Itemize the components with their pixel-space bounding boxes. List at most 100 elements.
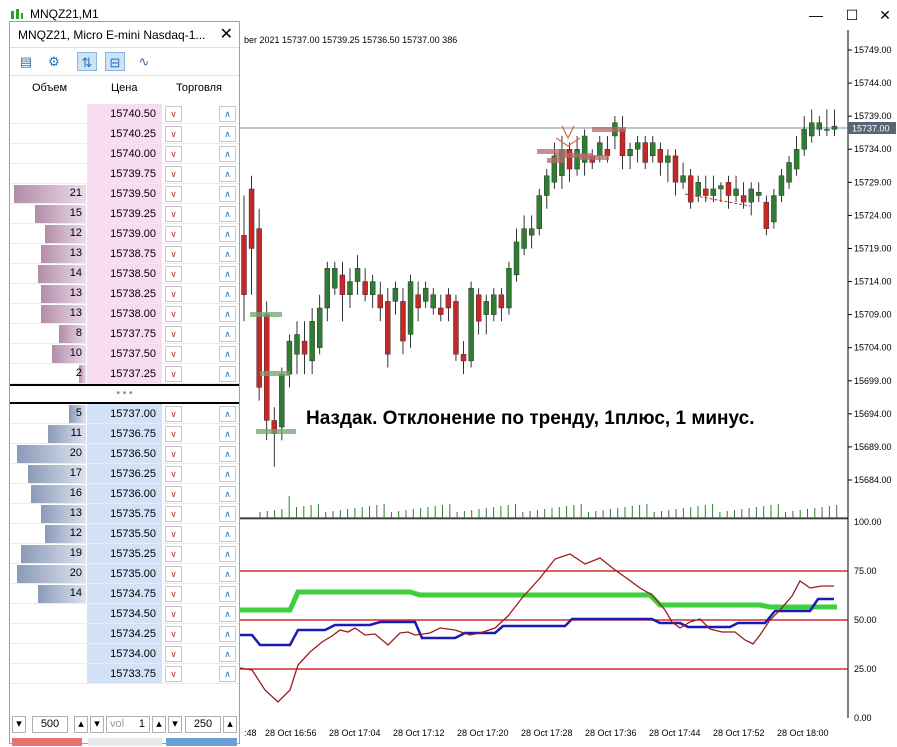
auto-scroll-icon[interactable]: ⇅ xyxy=(77,52,97,71)
sell-limit-icon[interactable]: ∨ xyxy=(165,226,182,242)
row-price[interactable]: 15734.50 xyxy=(87,604,162,624)
bid-row[interactable]: 17 15736.25 ∨ ∧ xyxy=(10,464,239,484)
vol-up-icon[interactable]: ▴ xyxy=(152,716,166,733)
sell-limit-icon[interactable]: ∨ xyxy=(165,366,182,382)
bid-row[interactable]: 11 15736.75 ∨ ∧ xyxy=(10,424,239,444)
row-price[interactable]: 15738.25 xyxy=(87,284,162,304)
sell-limit-icon[interactable]: ∨ xyxy=(165,666,182,682)
ask-row[interactable]: 15739.75 ∨ ∧ xyxy=(10,164,239,184)
minimize-button[interactable]: — xyxy=(796,4,836,26)
row-price[interactable]: 15736.00 xyxy=(87,484,162,504)
sell-limit-icon[interactable]: ∨ xyxy=(165,606,182,622)
sell-limit-icon[interactable]: ∨ xyxy=(165,566,182,582)
row-price[interactable]: 15737.25 xyxy=(87,364,162,384)
buy-limit-icon[interactable]: ∧ xyxy=(219,346,236,362)
bid-row[interactable]: 5 15737.00 ∨ ∧ xyxy=(10,404,239,424)
buy-limit-icon[interactable]: ∧ xyxy=(219,326,236,342)
row-price[interactable]: 15738.75 xyxy=(87,244,162,264)
sell-limit-icon[interactable]: ∨ xyxy=(165,146,182,162)
row-price[interactable]: 15739.25 xyxy=(87,204,162,224)
center-icon[interactable]: ⊟ xyxy=(105,52,125,71)
row-price[interactable]: 15736.50 xyxy=(87,444,162,464)
row-price[interactable]: 15738.00 xyxy=(87,304,162,324)
row-price[interactable]: 15734.25 xyxy=(87,624,162,644)
buy-limit-icon[interactable]: ∧ xyxy=(219,506,236,522)
sell-limit-icon[interactable]: ∨ xyxy=(165,186,182,202)
row-price[interactable]: 15739.50 xyxy=(87,184,162,204)
buy-limit-icon[interactable]: ∧ xyxy=(219,226,236,242)
qty-left-input[interactable]: 500 xyxy=(32,716,68,733)
row-price[interactable]: 15737.00 xyxy=(87,404,162,424)
buy-button[interactable] xyxy=(166,738,237,746)
sell-limit-icon[interactable]: ∨ xyxy=(165,546,182,562)
qty-left-down-icon[interactable]: ▾ xyxy=(12,716,26,733)
sell-limit-icon[interactable]: ∨ xyxy=(165,346,182,362)
close-positions-button[interactable] xyxy=(88,738,162,746)
row-price[interactable]: 15739.75 xyxy=(87,164,162,184)
sell-button[interactable] xyxy=(12,738,82,746)
buy-limit-icon[interactable]: ∧ xyxy=(219,146,236,162)
row-price[interactable]: 15736.25 xyxy=(87,464,162,484)
row-price[interactable]: 15736.75 xyxy=(87,424,162,444)
sell-limit-icon[interactable]: ∨ xyxy=(165,466,182,482)
close-window-button[interactable]: ✕ xyxy=(865,4,897,26)
chart-mode-icon[interactable]: ▤ xyxy=(16,52,36,71)
buy-limit-icon[interactable]: ∧ xyxy=(219,586,236,602)
buy-limit-icon[interactable]: ∧ xyxy=(219,666,236,682)
bid-row[interactable]: 15733.75 ∨ ∧ xyxy=(10,664,239,684)
buy-limit-icon[interactable]: ∧ xyxy=(219,546,236,562)
ask-row[interactable]: 10 15737.50 ∨ ∧ xyxy=(10,344,239,364)
row-price[interactable]: 15735.75 xyxy=(87,504,162,524)
vol-input[interactable]: vol 1 xyxy=(106,716,150,733)
bid-row[interactable]: 15734.50 ∨ ∧ xyxy=(10,604,239,624)
row-price[interactable]: 15734.00 xyxy=(87,644,162,664)
ask-row[interactable]: 2 15737.25 ∨ ∧ xyxy=(10,364,239,384)
buy-limit-icon[interactable]: ∧ xyxy=(219,246,236,262)
sell-limit-icon[interactable]: ∨ xyxy=(165,526,182,542)
buy-limit-icon[interactable]: ∧ xyxy=(219,266,236,282)
qty-right-down-icon[interactable]: ▾ xyxy=(168,716,182,733)
bid-row[interactable]: 20 15735.00 ∨ ∧ xyxy=(10,564,239,584)
dom-close-icon[interactable]: ✕ xyxy=(220,24,233,44)
buy-limit-icon[interactable]: ∧ xyxy=(219,626,236,642)
sell-limit-icon[interactable]: ∨ xyxy=(165,306,182,322)
sell-limit-icon[interactable]: ∨ xyxy=(165,246,182,262)
buy-limit-icon[interactable]: ∧ xyxy=(219,106,236,122)
buy-limit-icon[interactable]: ∧ xyxy=(219,186,236,202)
sell-limit-icon[interactable]: ∨ xyxy=(165,286,182,302)
buy-limit-icon[interactable]: ∧ xyxy=(219,166,236,182)
sell-limit-icon[interactable]: ∨ xyxy=(165,626,182,642)
bid-row[interactable]: 19 15735.25 ∨ ∧ xyxy=(10,544,239,564)
row-price[interactable]: 15735.00 xyxy=(87,564,162,584)
ask-row[interactable]: 8 15737.75 ∨ ∧ xyxy=(10,324,239,344)
indicators-icon[interactable]: ⚙ xyxy=(44,52,64,71)
sell-limit-icon[interactable]: ∨ xyxy=(165,486,182,502)
sell-limit-icon[interactable]: ∨ xyxy=(165,266,182,282)
buy-limit-icon[interactable]: ∧ xyxy=(219,566,236,582)
buy-limit-icon[interactable]: ∧ xyxy=(219,306,236,322)
qty-right-input[interactable]: 250 xyxy=(185,716,221,733)
buy-limit-icon[interactable]: ∧ xyxy=(219,646,236,662)
sell-limit-icon[interactable]: ∨ xyxy=(165,206,182,222)
ticks-chart-icon[interactable]: ∿ xyxy=(134,52,154,71)
sell-limit-icon[interactable]: ∨ xyxy=(165,426,182,442)
row-price[interactable]: 15734.75 xyxy=(87,584,162,604)
sell-limit-icon[interactable]: ∨ xyxy=(165,406,182,422)
ask-row[interactable]: 15740.50 ∨ ∧ xyxy=(10,104,239,124)
ask-row[interactable]: 21 15739.50 ∨ ∧ xyxy=(10,184,239,204)
ask-row[interactable]: 13 15738.00 ∨ ∧ xyxy=(10,304,239,324)
sell-limit-icon[interactable]: ∨ xyxy=(165,586,182,602)
sell-limit-icon[interactable]: ∨ xyxy=(165,166,182,182)
sell-limit-icon[interactable]: ∨ xyxy=(165,506,182,522)
ask-row[interactable]: 12 15739.00 ∨ ∧ xyxy=(10,224,239,244)
ask-row[interactable]: 13 15738.75 ∨ ∧ xyxy=(10,244,239,264)
ask-row[interactable]: 15740.00 ∨ ∧ xyxy=(10,144,239,164)
ask-row[interactable]: 13 15738.25 ∨ ∧ xyxy=(10,284,239,304)
row-price[interactable]: 15735.25 xyxy=(87,544,162,564)
buy-limit-icon[interactable]: ∧ xyxy=(219,426,236,442)
buy-limit-icon[interactable]: ∧ xyxy=(219,126,236,142)
bid-row[interactable]: 12 15735.50 ∨ ∧ xyxy=(10,524,239,544)
buy-limit-icon[interactable]: ∧ xyxy=(219,446,236,462)
vol-down-icon[interactable]: ▾ xyxy=(90,716,104,733)
bid-row[interactable]: 15734.00 ∨ ∧ xyxy=(10,644,239,664)
